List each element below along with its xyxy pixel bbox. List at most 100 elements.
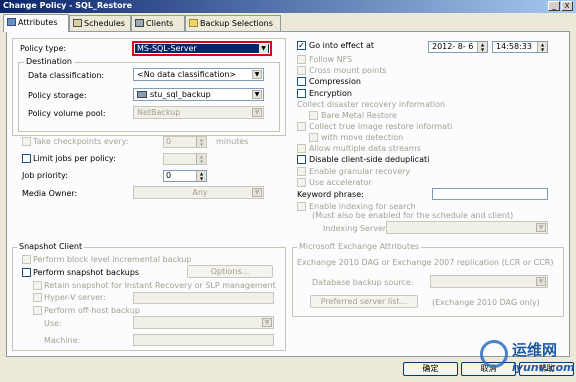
disable-dedup-checkbox[interactable] xyxy=(297,155,306,164)
use-accelerator-checkbox[interactable] xyxy=(297,178,306,187)
take-checkpoints-value: 0 xyxy=(166,137,172,146)
watermark-line2: iyunv.com xyxy=(512,361,575,374)
follow-nfs-label: Follow NFS xyxy=(309,55,353,64)
chevron-down-icon[interactable]: ▼ xyxy=(262,318,272,327)
bare-metal-label: Bare Metal Restore xyxy=(321,111,397,120)
snapshot-title: Snapshot Client xyxy=(17,242,85,251)
allow-multiple-checkbox[interactable] xyxy=(297,144,306,153)
title-bar: Change Policy - SQL_Restore xyxy=(0,0,576,13)
job-priority-spinner[interactable]: 0 ▲ ▼ xyxy=(163,170,207,182)
collect-true-image-label: Collect true image restore informati xyxy=(309,122,453,131)
bare-metal-checkbox[interactable] xyxy=(309,111,318,120)
chevron-down-icon[interactable]: ▼ xyxy=(536,277,546,286)
go-into-effect-checkbox[interactable]: ✓ xyxy=(297,41,306,50)
encryption-label: Encryption xyxy=(309,89,352,98)
enable-indexing-label: Enable indexing for search xyxy=(309,202,416,211)
follow-nfs-checkbox[interactable] xyxy=(297,55,306,64)
policy-volume-pool-select[interactable]: NetBackup ▼ xyxy=(133,106,264,119)
indexing-server-select[interactable]: ▼ xyxy=(386,221,548,234)
minimize-icon[interactable]: _ xyxy=(548,1,560,11)
take-checkpoints-spinner[interactable]: 0 ▲ ▼ xyxy=(163,136,207,148)
spinner-arrows-icon[interactable]: ▲ ▼ xyxy=(477,42,487,52)
chevron-down-icon[interactable]: ▼ xyxy=(259,44,268,53)
watermark-line1: 运维网 xyxy=(512,341,558,359)
tab-label: Clients xyxy=(146,19,174,28)
block-level-label: Perform block level incremental backup xyxy=(33,255,192,264)
chevron-down-icon[interactable]: ▼ xyxy=(536,223,546,232)
data-classification-value: <No data classification> xyxy=(137,70,237,79)
spinner-arrows-icon[interactable]: ▲ ▼ xyxy=(537,42,547,52)
window-title: Change Policy - SQL_Restore xyxy=(3,1,132,10)
policy-type-select[interactable]: MS-SQL-Server ▼ xyxy=(132,41,272,56)
take-checkpoints-checkbox[interactable] xyxy=(22,137,31,146)
close-button[interactable]: X xyxy=(561,1,573,11)
with-move-checkbox[interactable] xyxy=(309,133,318,142)
db-source-select[interactable]: ▼ xyxy=(430,275,548,288)
tab-attributes[interactable]: Attributes xyxy=(3,14,69,32)
preferred-server-button[interactable]: Preferred server list... xyxy=(310,295,418,308)
policy-storage-select[interactable]: stu_sql_backup ▼ xyxy=(133,88,264,101)
clients-icon xyxy=(135,19,144,27)
data-classification-select[interactable]: <No data classification> ▼ xyxy=(133,68,264,81)
dag-only-label: (Exchange 2010 DAG only) xyxy=(432,298,540,307)
chevron-down-icon[interactable]: ▼ xyxy=(252,90,262,99)
limit-jobs-checkbox[interactable] xyxy=(22,154,31,163)
collect-true-image-checkbox[interactable] xyxy=(297,122,306,131)
spinner-arrows-icon[interactable]: ▲ ▼ xyxy=(196,154,206,164)
effect-time-value: 14:58:33 xyxy=(496,42,532,51)
perform-snapshot-checkbox[interactable] xyxy=(22,268,31,277)
use-select[interactable]: ▼ xyxy=(133,316,274,329)
policy-type-value: MS-SQL-Server xyxy=(137,44,197,53)
enable-indexing-checkbox[interactable] xyxy=(297,202,306,211)
limit-jobs-spinner[interactable]: ▲ ▼ xyxy=(163,153,207,165)
hyperv-input[interactable] xyxy=(133,292,274,304)
chevron-down-icon[interactable]: ▼ xyxy=(252,70,262,79)
effect-time-picker[interactable]: 14:58:33 ▲ ▼ xyxy=(492,41,548,53)
tab-clients[interactable]: Clients xyxy=(131,15,185,31)
policy-storage-value: stu_sql_backup xyxy=(150,90,211,99)
enable-granular-label: Enable granular recovery xyxy=(309,167,411,176)
machine-input[interactable] xyxy=(133,334,274,346)
destination-title: Destination xyxy=(24,57,74,66)
indexing-note: (Must also be enabled for the schedule a… xyxy=(312,211,514,220)
job-priority-value: 0 xyxy=(166,171,172,180)
cross-mount-checkbox[interactable] xyxy=(297,66,306,75)
minutes-label: minutes xyxy=(216,137,249,146)
exchange-title: Microsoft Exchange Attributes xyxy=(297,242,422,251)
spinner-arrows-icon[interactable]: ▲ ▼ xyxy=(196,137,206,147)
with-move-label: with move detection xyxy=(321,133,404,142)
block-level-checkbox[interactable] xyxy=(22,255,31,264)
options-button[interactable]: Options... xyxy=(187,265,273,278)
hyperv-label: Hyper-V server: xyxy=(44,293,106,302)
go-into-effect-label: Go into effect at xyxy=(309,41,374,50)
policy-volume-pool-value: NetBackup xyxy=(137,108,181,117)
tab-schedules[interactable]: Schedules xyxy=(69,15,131,31)
policy-type-label: Policy type: xyxy=(20,44,67,53)
chevron-down-icon[interactable]: ▼ xyxy=(252,188,262,197)
retain-snapshot-label: Retain snapshot for Instant Recovery or … xyxy=(44,281,276,290)
chevron-down-icon[interactable]: ▼ xyxy=(252,108,262,117)
schedules-icon xyxy=(73,19,82,27)
db-source-label: Database backup source: xyxy=(312,278,414,287)
encryption-checkbox[interactable] xyxy=(297,89,306,98)
media-owner-value: Any xyxy=(192,188,208,197)
dag-label: Exchange 2010 DAG or Exchange 2007 repli… xyxy=(297,258,554,267)
data-classification-label: Data classification: xyxy=(28,71,105,80)
media-owner-select[interactable]: Any ▼ xyxy=(133,186,264,199)
spinner-arrows-icon[interactable]: ▲ ▼ xyxy=(196,171,206,181)
keyword-input[interactable] xyxy=(432,188,548,200)
compression-checkbox[interactable] xyxy=(297,77,306,86)
watermark-logo-icon xyxy=(480,340,508,368)
tab-label: Backup Selections xyxy=(200,19,273,28)
offhost-checkbox[interactable] xyxy=(33,306,42,315)
storage-unit-icon xyxy=(137,91,147,98)
disable-dedup-label: Disable client-side deduplicati xyxy=(309,155,430,164)
media-owner-label: Media Owner: xyxy=(22,189,78,198)
ok-button[interactable]: 确定 xyxy=(403,362,458,376)
retain-snapshot-checkbox[interactable] xyxy=(33,281,42,290)
use-label: Use: xyxy=(44,319,62,328)
tab-backup-selections[interactable]: Backup Selections xyxy=(185,15,281,31)
effect-date-picker[interactable]: 2012- 8- 6 ▲ ▼ xyxy=(428,41,488,53)
hyperv-checkbox[interactable] xyxy=(33,293,42,302)
enable-granular-checkbox[interactable] xyxy=(297,167,306,176)
